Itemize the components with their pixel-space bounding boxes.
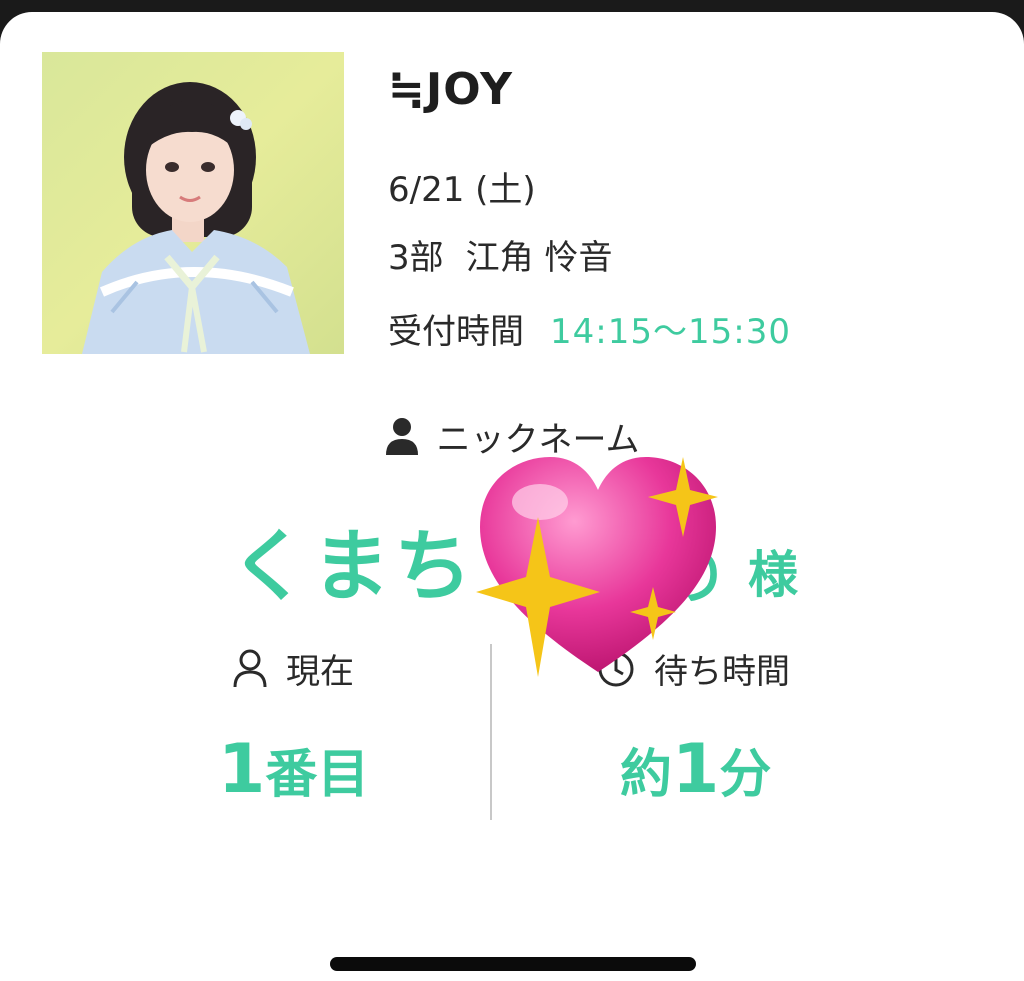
- position-label: 現在: [286, 652, 354, 692]
- honorific: 様: [748, 546, 798, 604]
- sparkling-heart-emoji: [476, 457, 718, 677]
- person-outline-icon: [233, 649, 267, 688]
- position-number: 1: [218, 730, 266, 809]
- nickname-value: くまち: [230, 522, 477, 612]
- position-label-row: 現在: [232, 644, 354, 693]
- reception-line: 受付時間 14:15〜15:30: [388, 304, 791, 353]
- ticket-card: ≒JOY 6/21 (土) 3部 江角 怜音 受付時間 14:15〜15:30 ニッ…: [0, 12, 1024, 981]
- member-photo: [42, 52, 344, 354]
- slot-line: 3部 江角 怜音: [388, 230, 612, 279]
- reception-label: 受付時間: [388, 312, 524, 352]
- position-value: 1番目: [218, 730, 369, 809]
- position-unit: 番目: [265, 745, 370, 805]
- wait-prefix: 約: [620, 745, 673, 805]
- person-filled-icon: [385, 417, 419, 464]
- wait-unit: 分: [719, 745, 772, 805]
- wait-value: 約1分: [620, 730, 771, 809]
- group-name: ≒JOY: [388, 64, 513, 115]
- event-date: 6/21 (土): [388, 170, 536, 210]
- slot-number: 3部: [388, 238, 444, 278]
- member-name: 江角 怜音: [465, 238, 613, 278]
- wait-number: 1: [672, 730, 720, 809]
- home-indicator[interactable]: [330, 957, 696, 971]
- reception-time: 14:15〜15:30: [550, 312, 791, 352]
